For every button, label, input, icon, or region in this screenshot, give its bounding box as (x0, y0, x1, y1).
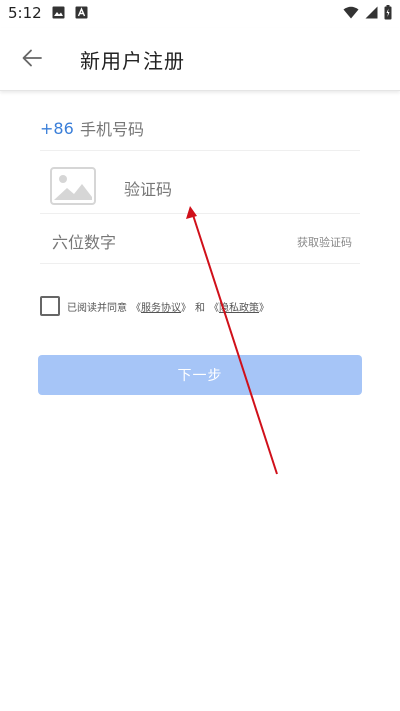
get-code-button[interactable]: 获取验证码 (297, 234, 352, 250)
privacy-bracket-close: 》 (259, 302, 269, 314)
privacy-policy-link[interactable]: 隐私政策 (219, 299, 259, 314)
status-bar: 5:12 (0, 0, 400, 28)
sms-code-input[interactable] (50, 226, 254, 258)
status-icons-right (343, 5, 392, 20)
agreement-checkbox[interactable] (40, 296, 60, 316)
privacy-bracket-open: 《 (209, 302, 219, 314)
country-code[interactable]: +86 (40, 119, 74, 138)
service-bracket-close: 》 (181, 302, 191, 314)
status-icons-left (52, 6, 88, 19)
image-icon (52, 6, 65, 19)
sms-code-row: 获取验证码 (40, 214, 360, 264)
status-time: 5:12 (8, 4, 42, 22)
next-button[interactable]: 下一步 (38, 355, 362, 395)
captcha-input[interactable] (122, 173, 346, 205)
a-square-icon (75, 6, 88, 19)
page-title: 新用户注册 (80, 49, 185, 73)
agreement-and: 和 (195, 302, 205, 314)
wifi-icon (343, 6, 359, 19)
cell-signal-icon (365, 6, 378, 19)
captcha-row (40, 151, 360, 214)
registration-form: +86 获取验证码 (40, 100, 360, 264)
agreement-row: 已阅读并同意 《 服务协议 》 和 《 隐私政策 》 (40, 296, 269, 316)
service-bracket-open: 《 (131, 302, 141, 314)
captcha-image-icon[interactable] (50, 167, 96, 205)
service-agreement-link[interactable]: 服务协议 (141, 299, 181, 314)
phone-input[interactable] (78, 113, 352, 145)
arrow-back-icon (22, 49, 42, 67)
battery-icon (384, 5, 392, 20)
agreement-prefix: 已阅读并同意 (67, 302, 127, 314)
back-button[interactable] (18, 44, 46, 72)
app-bar: 新用户注册 (0, 28, 400, 91)
register-screen: 5:12 新用户注册 +86 手机号码 验证码 六位数字 获取验证码 已阅读并同… (0, 0, 400, 711)
phone-row: +86 (40, 100, 360, 151)
